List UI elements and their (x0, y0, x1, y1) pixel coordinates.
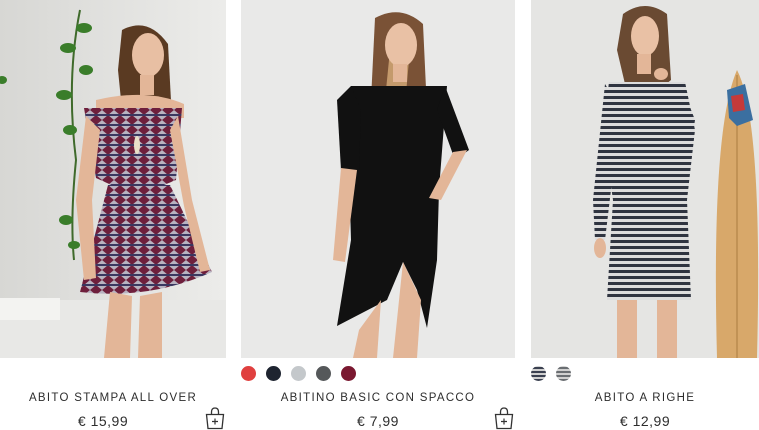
swatch-stripe-navy[interactable] (531, 366, 546, 381)
product-price: € 15,99 (77, 413, 129, 429)
color-swatches (241, 366, 356, 382)
add-to-cart-button[interactable] (493, 406, 515, 430)
swatch-stripe-grey[interactable] (556, 366, 571, 381)
product-price: € 7,99 (357, 413, 399, 429)
swatch-navy[interactable] (266, 366, 281, 381)
product-price: € 12,99 (619, 413, 671, 429)
product-image[interactable] (531, 0, 759, 358)
product-image[interactable] (241, 0, 515, 358)
swatch-light-grey[interactable] (291, 366, 306, 381)
add-to-cart-button[interactable] (204, 406, 226, 430)
product-name[interactable]: ABITO STAMPA ALL OVER (0, 392, 226, 404)
product-card: ABITO A RIGHE € 12,99 (531, 0, 759, 430)
swatch-red[interactable] (241, 366, 256, 381)
product-name[interactable]: ABITINO BASIC CON SPACCO (241, 392, 515, 404)
color-swatches (531, 366, 571, 382)
product-image[interactable] (0, 0, 226, 358)
product-name[interactable]: ABITO A RIGHE (531, 392, 759, 404)
swatch-dark-grey[interactable] (316, 366, 331, 381)
swatch-burgundy[interactable] (341, 366, 356, 381)
product-card: ABITO STAMPA ALL OVER € 15,99 (0, 0, 226, 430)
product-card: ABITINO BASIC CON SPACCO € 7,99 (241, 0, 515, 430)
shopping-bag-plus-icon (494, 407, 514, 430)
shopping-bag-plus-icon (205, 407, 225, 430)
